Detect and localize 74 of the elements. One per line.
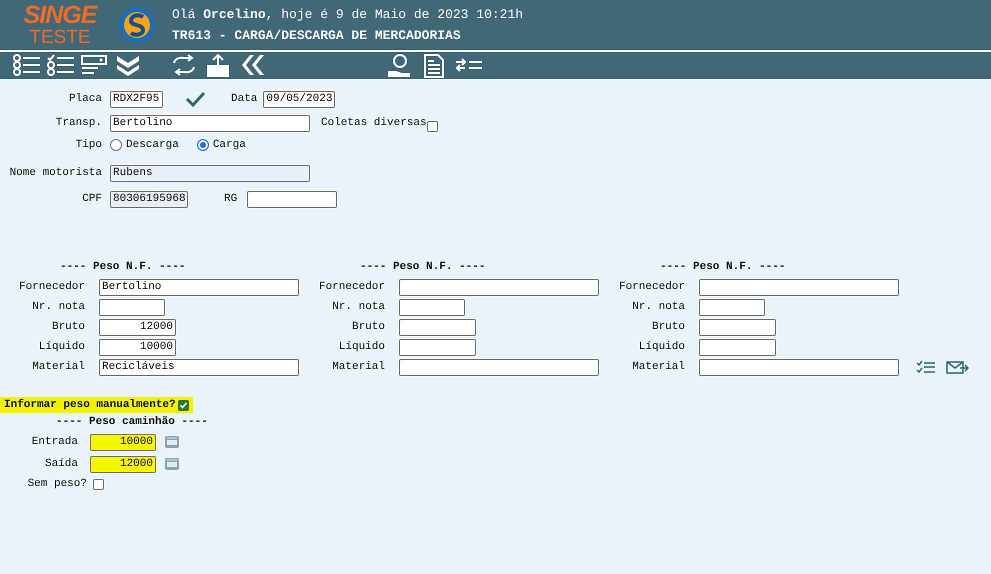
text-field[interactable]	[399, 278, 599, 296]
field-label: Placa	[68, 93, 103, 105]
checkbox-label: Coletas diversas	[321, 117, 427, 129]
date-field[interactable]: 09/05/2023	[263, 90, 336, 108]
section-heading: ---- Peso N.F. ----	[659, 261, 786, 275]
field-label: Líquido	[638, 341, 686, 353]
logo-subtext: TESTE	[29, 28, 91, 47]
text-field[interactable]	[699, 358, 899, 376]
checkbox[interactable]	[93, 478, 104, 490]
text-field[interactable]	[399, 298, 465, 316]
radio-button[interactable]	[110, 139, 122, 151]
text-field[interactable]	[99, 298, 165, 316]
checkmark-icon[interactable]	[185, 91, 205, 107]
text-field[interactable]	[699, 338, 776, 356]
text-field[interactable]	[399, 318, 476, 336]
checkbox[interactable]	[426, 120, 438, 132]
field-label: Transp.	[54, 117, 103, 129]
rg-field[interactable]	[247, 190, 338, 208]
text-field[interactable]	[699, 318, 776, 336]
field-label: Saída	[44, 458, 79, 470]
greeting-text: Olá Orcelino, hoje é 9 de Maio de 2023 10:21h	[172, 7, 524, 22]
checkbox[interactable]	[178, 400, 189, 410]
text-field[interactable]: 12000	[99, 318, 176, 336]
cpf-field[interactable]: 80306195968	[110, 190, 188, 208]
plate-field[interactable]: RDX2F95	[110, 90, 163, 108]
field-label: Data	[231, 93, 258, 105]
driver-name-field[interactable]: Rubens	[110, 164, 310, 182]
text-field[interactable]: 10000	[99, 338, 176, 356]
field-label: Nr. nota	[331, 301, 386, 313]
field-label: Fornecedor	[18, 281, 86, 293]
radio-label: Descarga	[126, 139, 179, 151]
field-label: Bruto	[350, 321, 386, 333]
field-label: Material	[331, 361, 386, 373]
field-label: Nome motorista	[8, 167, 103, 179]
field-label: Líquido	[338, 341, 386, 353]
text-field[interactable]	[699, 298, 765, 316]
logo-icon	[118, 6, 156, 44]
field-label: Fornecedor	[618, 281, 686, 293]
field-label: RG	[224, 193, 238, 205]
chevrons-down-icon[interactable]	[114, 53, 142, 78]
list-icon[interactable]	[12, 53, 40, 78]
field-label: CPF	[81, 193, 103, 205]
section-heading: ---- Peso caminhão ----	[55, 415, 209, 430]
field-label: Entrada	[30, 436, 79, 448]
field-label: Material	[631, 361, 686, 373]
field-label: Bruto	[50, 321, 86, 333]
field-label: Líquido	[38, 341, 86, 353]
section-heading: ---- Peso N.F. ----	[59, 261, 186, 275]
carrier-field[interactable]: Bertolino	[110, 114, 310, 132]
field-label: Material	[31, 361, 86, 373]
weight-field[interactable]: 12000	[90, 456, 156, 472]
text-field[interactable]	[699, 278, 899, 296]
text-field[interactable]: Bertolino	[99, 278, 299, 296]
text-field[interactable]: Recicláveis	[99, 358, 299, 376]
field-label: Fornecedor	[318, 281, 386, 293]
field-label: Bruto	[650, 321, 686, 333]
text-field[interactable]	[399, 338, 476, 356]
weight-field[interactable]: 10000	[90, 434, 156, 450]
window-title: TR613 - CARGA/DESCARGA DE MERCADORIAS	[172, 28, 462, 43]
upload-tray-icon[interactable]	[204, 53, 232, 78]
section-heading: ---- Peso N.F. ----	[359, 261, 486, 275]
envelope-icon[interactable]	[946, 360, 970, 374]
checklist-icon[interactable]	[46, 53, 74, 78]
sync-icon[interactable]	[170, 53, 198, 78]
checkbox-label: Informar peso manualmente?	[4, 399, 176, 411]
checkbox-label: Sem peso?	[26, 478, 88, 490]
field-label: Nr. nota	[31, 301, 86, 313]
logo-text: SINGE	[24, 3, 96, 28]
text-field[interactable]	[399, 358, 599, 376]
field-label: Tipo	[74, 139, 103, 151]
radio-button[interactable]	[196, 139, 209, 151]
radio-label: Carga	[212, 139, 246, 151]
field-label: Nr. nota	[631, 301, 686, 313]
checklist-icon[interactable]	[916, 360, 936, 374]
